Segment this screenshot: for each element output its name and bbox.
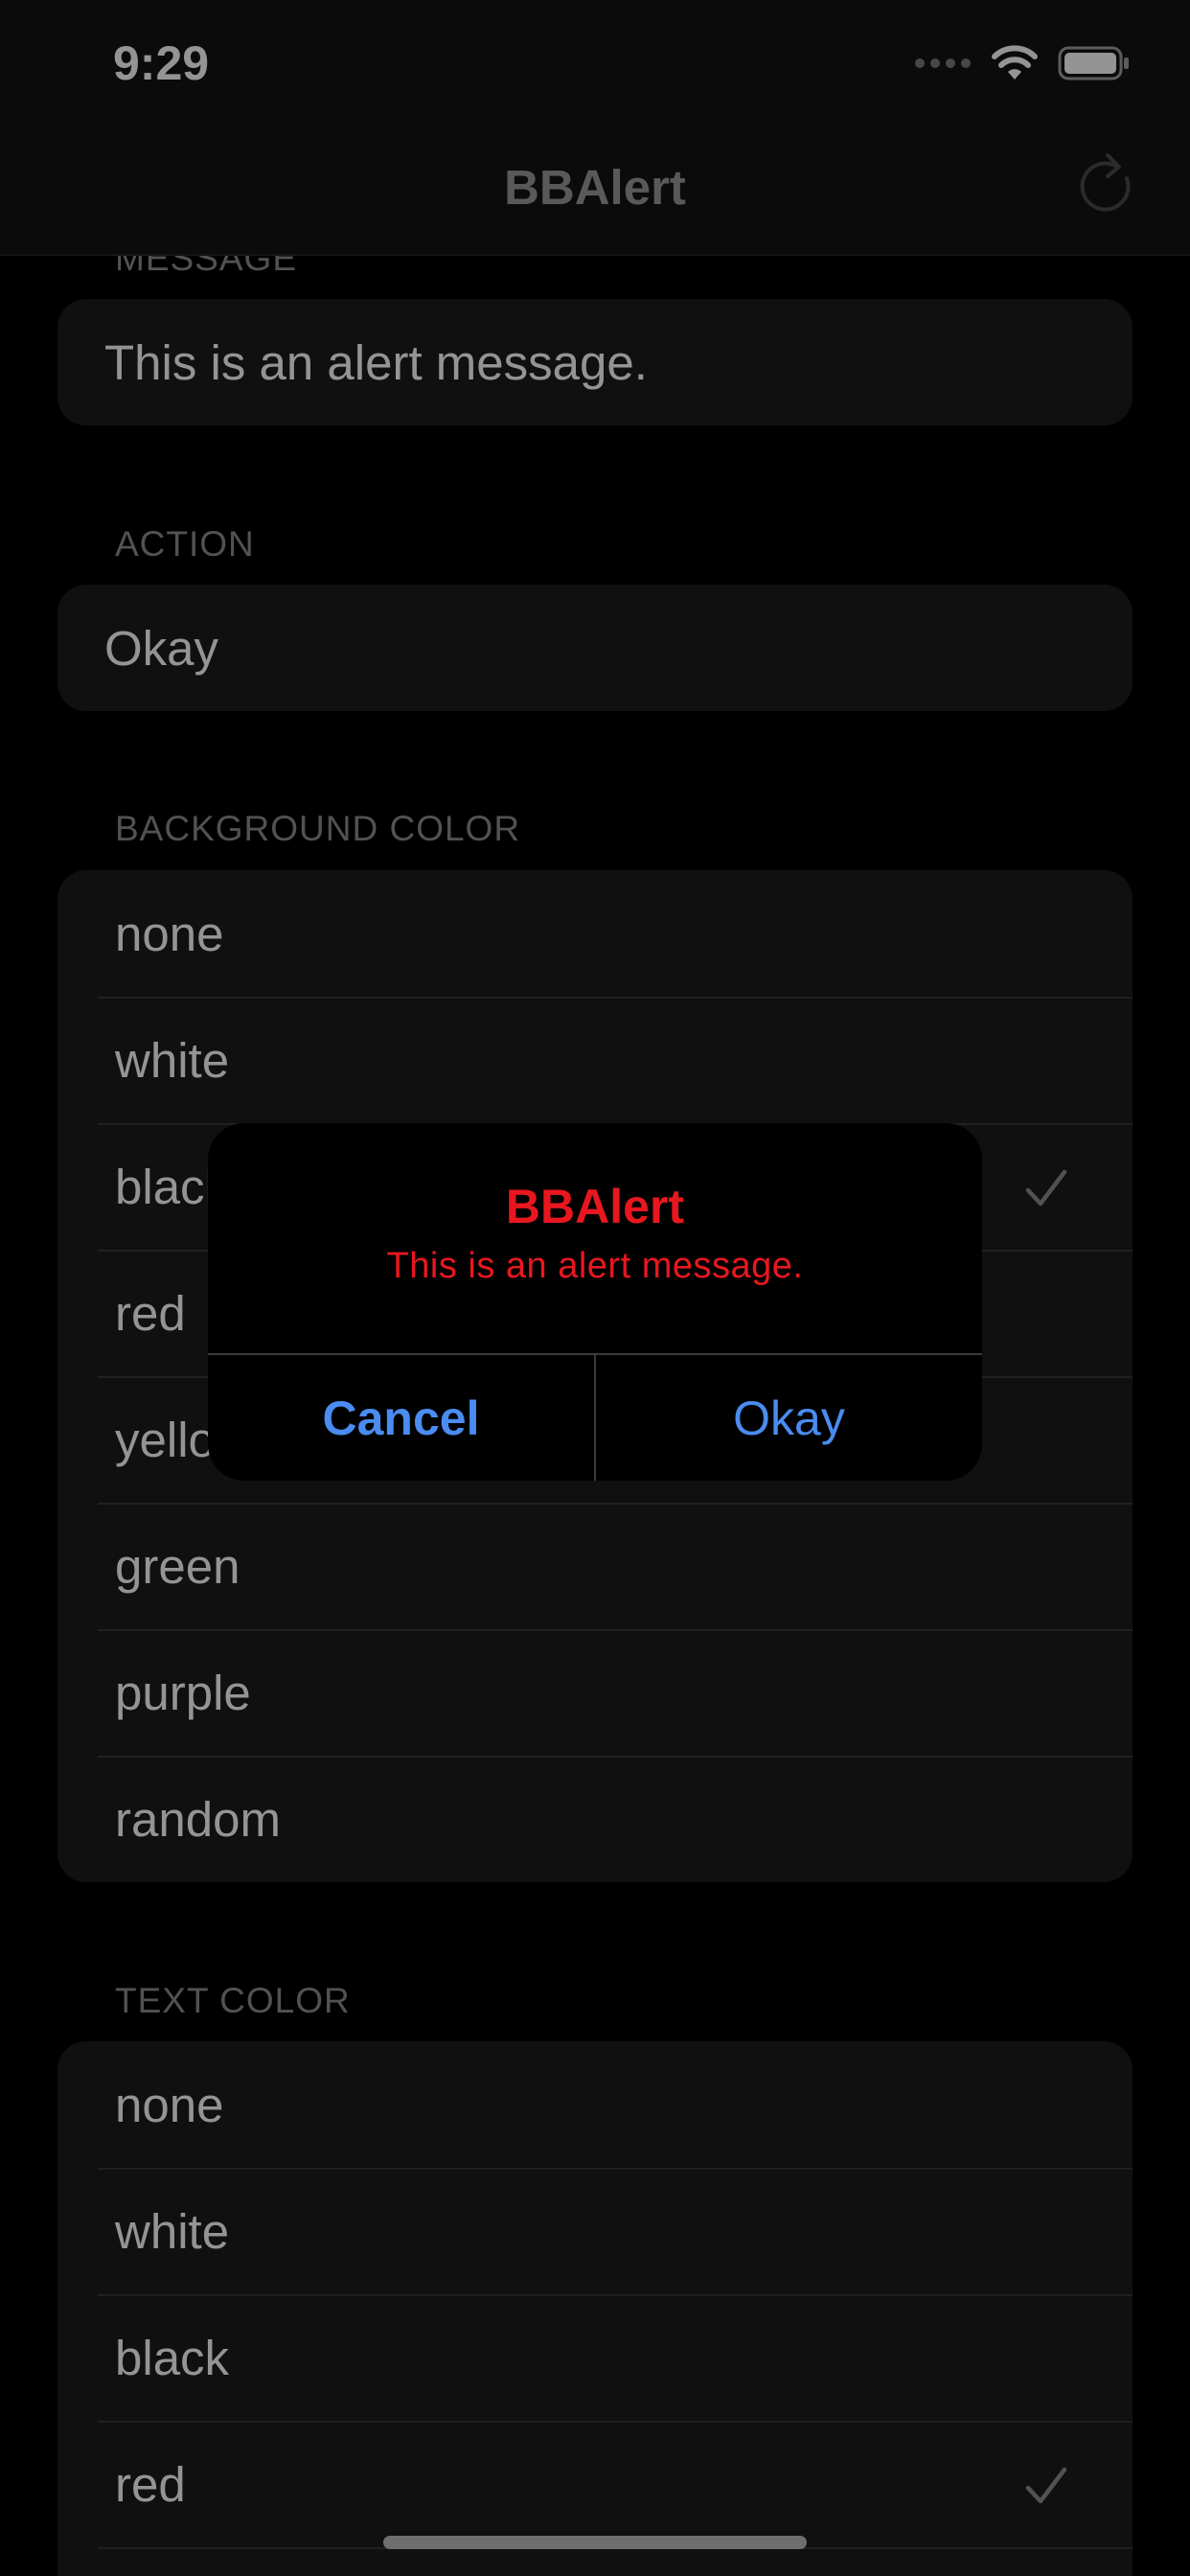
alert-dialog: BBAlert This is an alert message. Cancel… [208,1123,982,1481]
home-indicator[interactable] [383,2536,807,2549]
screen: MESSAGE This is an alert message. ACTION… [0,0,1190,2576]
alert-title: BBAlert [505,1180,685,1233]
okay-button[interactable]: Okay [596,1355,982,1481]
cancel-button[interactable]: Cancel [208,1355,594,1481]
alert-message: This is an alert message. [386,1246,804,1286]
